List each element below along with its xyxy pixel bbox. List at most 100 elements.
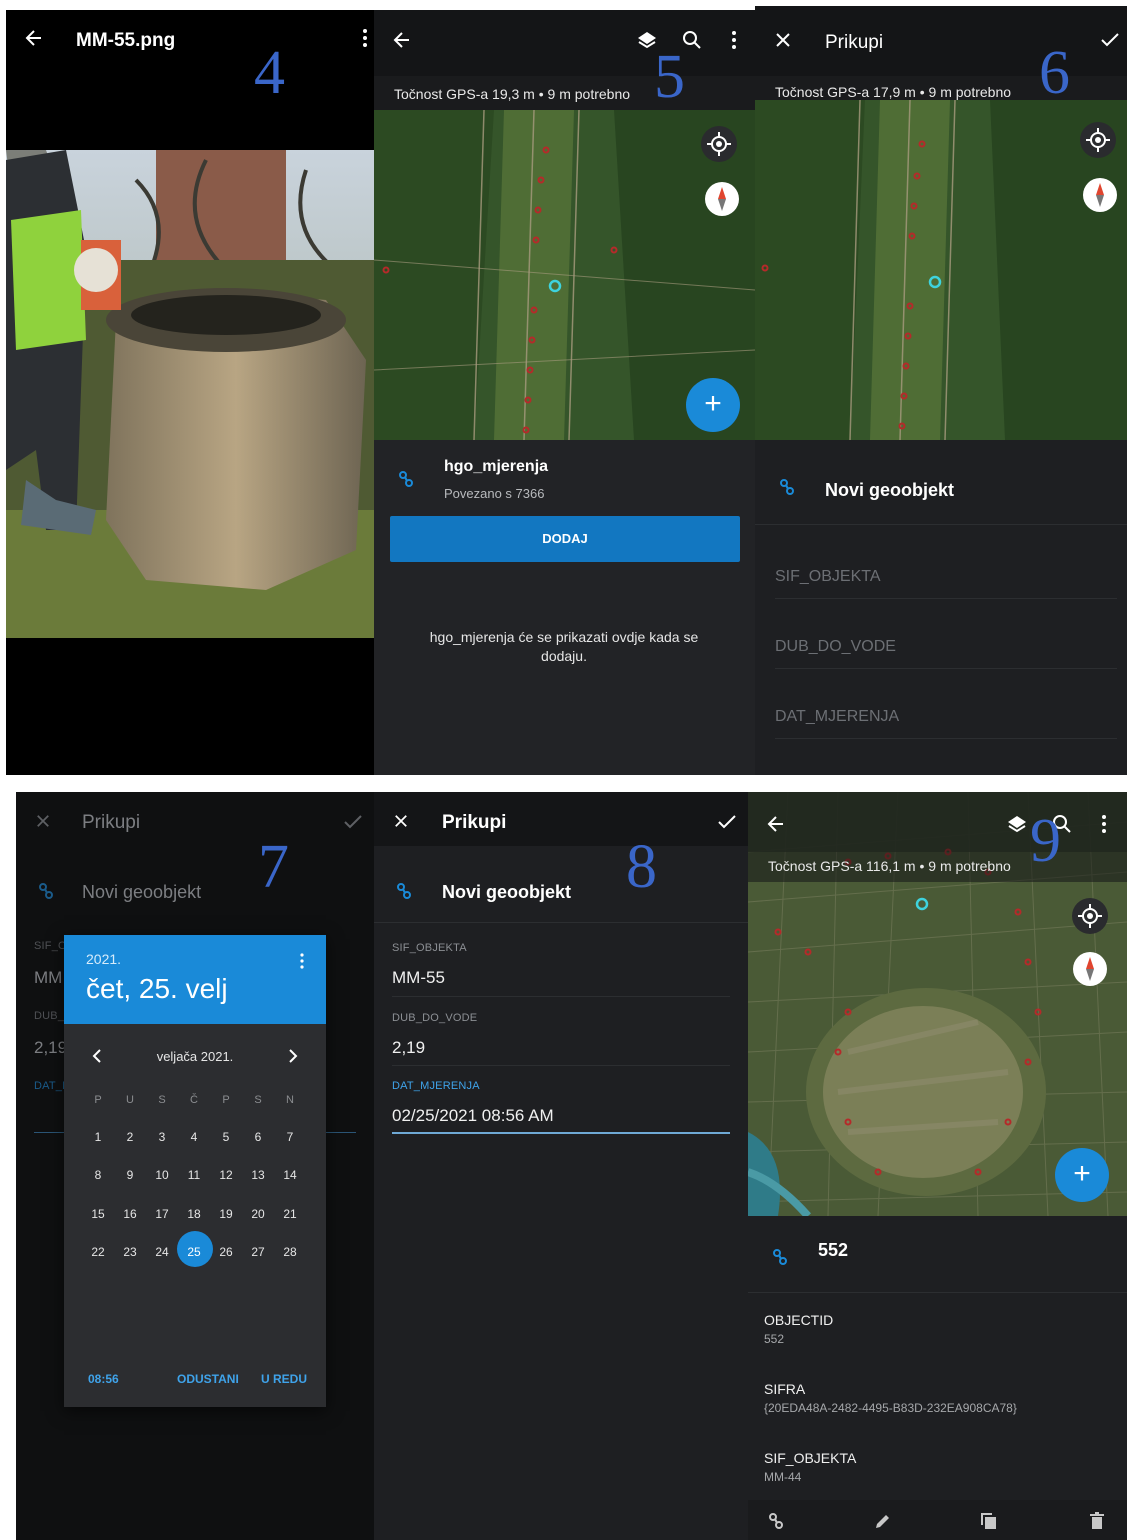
calendar-day[interactable]: 17 (147, 1207, 177, 1221)
field-dub-do-vode[interactable]: DUB_DO_VODE (775, 638, 896, 656)
search-icon[interactable] (682, 30, 702, 50)
calendar-day[interactable]: 15 (83, 1207, 113, 1221)
compass-button[interactable] (1083, 178, 1117, 212)
calendar-day[interactable]: 4 (179, 1130, 209, 1144)
related-table-subtitle: Povezano s 7366 (444, 486, 545, 501)
picker-year[interactable]: 2021. (86, 951, 121, 967)
step-number: 9 (1030, 807, 1061, 875)
arrow-left-icon[interactable] (766, 814, 786, 834)
step-number: 4 (254, 39, 285, 107)
empty-state-message: hgo_mjerenja će se prikazati ovdje kada … (429, 629, 699, 664)
panel-filled-form: Prikupi 8 Novi geoobjekt SIF_OBJEKTA MM-… (374, 792, 748, 1540)
add-feature-button[interactable]: + (686, 378, 740, 432)
arrow-left-icon[interactable] (392, 30, 412, 50)
more-vertical-icon[interactable] (731, 30, 737, 50)
calendar-day[interactable]: 10 (147, 1168, 177, 1182)
layers-icon[interactable] (1006, 814, 1028, 834)
calendar-day[interactable]: 26 (211, 1245, 241, 1259)
picker-ok-button[interactable]: U REDU (261, 1372, 307, 1386)
calendar-day[interactable]: 20 (243, 1207, 273, 1221)
related-table-name: hgo_mjerenja (444, 458, 549, 475)
compass-button[interactable] (1073, 952, 1107, 986)
divider (374, 922, 748, 923)
picker-cancel-button[interactable]: ODUSTANI (177, 1372, 239, 1386)
calendar-day[interactable]: 11 (179, 1168, 209, 1182)
link-icon (773, 1249, 787, 1265)
calendar-day[interactable]: 8 (83, 1168, 113, 1182)
calendar-day[interactable]: 23 (115, 1245, 145, 1259)
top-app-bar: Točnost GPS-a 116,1 m • 9 m potrebno (748, 792, 1127, 882)
weekday-label: N (286, 1094, 294, 1106)
calendar-day-selected[interactable]: 25 (179, 1245, 209, 1259)
calendar-day[interactable]: 9 (115, 1168, 145, 1182)
more-vertical-icon[interactable] (1101, 814, 1107, 834)
weekday-label: P (222, 1094, 230, 1106)
check-icon[interactable] (1101, 33, 1119, 47)
compass-button[interactable] (705, 182, 739, 216)
calendar-day[interactable]: 6 (243, 1130, 273, 1144)
top-app-bar: Prikupi (374, 792, 748, 846)
my-location-button[interactable] (1072, 898, 1108, 934)
date-picker-header: 2021. čet, 25. velj (64, 935, 326, 1024)
calendar-day[interactable]: 2 (115, 1130, 145, 1144)
calendar-day[interactable]: 7 (275, 1130, 305, 1144)
feature-title: Novi geoobjekt (82, 882, 202, 902)
my-location-button[interactable] (701, 126, 737, 162)
crosshair-icon (1086, 128, 1110, 152)
close-icon[interactable] (36, 814, 50, 828)
check-icon[interactable] (718, 815, 736, 829)
calendar-day[interactable]: 28 (275, 1245, 305, 1259)
field-value-dub-do-vode[interactable]: 2,19 (392, 1038, 425, 1058)
calendar-day[interactable]: 19 (211, 1207, 241, 1221)
calendar-day[interactable]: 16 (115, 1207, 145, 1221)
link-icon (780, 479, 794, 495)
delete-icon[interactable] (1090, 1512, 1104, 1530)
field-sif-objekta[interactable]: SIF_OBJEKTA (775, 568, 881, 586)
calendar-day[interactable]: 14 (275, 1168, 305, 1182)
form-title: Prikupi (82, 812, 141, 833)
map-view[interactable]: Točnost GPS-a 116,1 m • 9 m potrebno 9 + (748, 792, 1127, 1216)
step-number: 8 (626, 833, 657, 901)
edit-icon[interactable] (874, 1512, 892, 1530)
more-vertical-icon[interactable] (300, 953, 304, 969)
attr-label-sifra: SIFRA (764, 1381, 806, 1397)
calendar-day[interactable]: 21 (275, 1207, 305, 1221)
calendar-day[interactable]: 5 (211, 1130, 241, 1144)
add-related-button[interactable]: DODAJ (390, 516, 740, 562)
calendar-day[interactable]: 22 (83, 1245, 113, 1259)
form-title: Prikupi (825, 32, 884, 53)
calendar-day[interactable]: 13 (243, 1168, 273, 1182)
field-value-sif-objekta[interactable]: MM-55 (392, 968, 445, 988)
arrow-left-icon[interactable] (24, 28, 44, 48)
step-number: 6 (1039, 39, 1070, 107)
link-icon[interactable] (768, 1512, 784, 1530)
divider (775, 738, 1117, 739)
picker-time-button[interactable]: 08:56 (88, 1372, 119, 1386)
add-feature-button[interactable]: + (1055, 1148, 1109, 1202)
calendar-day[interactable]: 24 (147, 1245, 177, 1259)
divider (748, 1292, 1127, 1293)
gps-accuracy-status: Točnost GPS-a 19,3 m • 9 m potrebno (374, 76, 755, 110)
top-app-bar (374, 10, 755, 76)
my-location-button[interactable] (1080, 122, 1116, 158)
calendar-day[interactable]: 1 (83, 1130, 113, 1144)
chevron-right-icon[interactable] (288, 1049, 298, 1063)
calendar-day[interactable]: 12 (211, 1168, 241, 1182)
calendar-day[interactable]: 27 (243, 1245, 273, 1259)
map-view[interactable] (755, 100, 1127, 440)
weekday-label: U (126, 1094, 134, 1106)
compass-icon (718, 187, 726, 211)
map-view[interactable]: + (374, 110, 755, 440)
field-dat-mjerenja[interactable]: DAT_MJERENJA (775, 708, 899, 726)
gps-accuracy-status: Točnost GPS-a 116,1 m • 9 m potrebno (768, 858, 1011, 874)
check-icon[interactable] (344, 815, 362, 829)
close-icon[interactable] (775, 32, 791, 48)
close-icon[interactable] (394, 814, 408, 828)
more-vertical-icon[interactable] (362, 28, 368, 48)
field-label-sif-objekta: SIF_OBJEKTA (392, 942, 467, 954)
well-photo[interactable] (6, 150, 374, 638)
copy-icon[interactable] (980, 1512, 998, 1530)
calendar-day[interactable]: 18 (179, 1207, 209, 1221)
calendar-day[interactable]: 3 (147, 1130, 177, 1144)
field-value-dat-mjerenja[interactable]: 02/25/2021 08:56 AM (392, 1106, 554, 1126)
